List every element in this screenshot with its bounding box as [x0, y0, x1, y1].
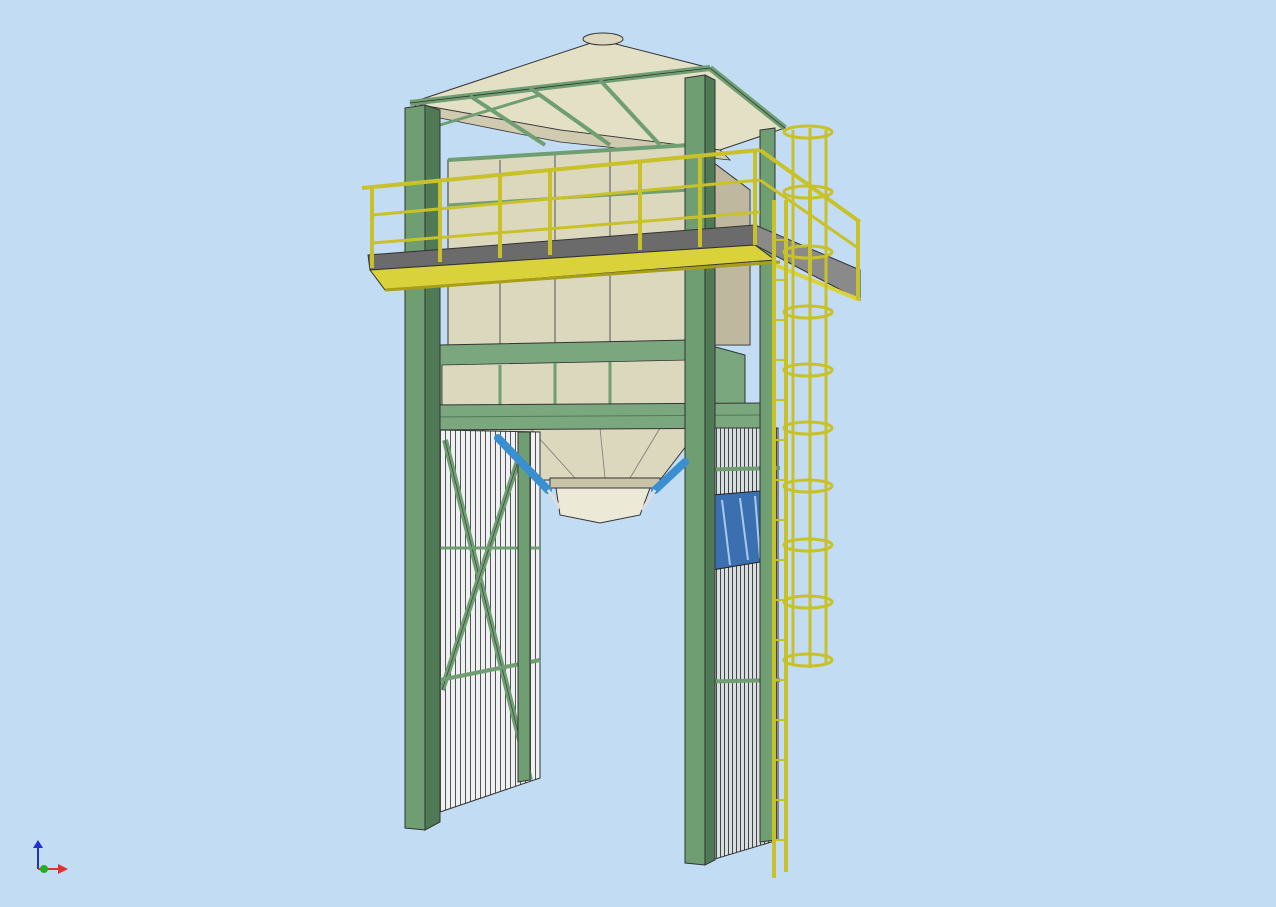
cad-model-scene[interactable] [0, 0, 1276, 907]
roof [409, 32, 787, 161]
lower-ring-beam [427, 402, 776, 431]
3d-viewport[interactable] [0, 0, 1276, 907]
axis-triad-icon [33, 840, 68, 874]
